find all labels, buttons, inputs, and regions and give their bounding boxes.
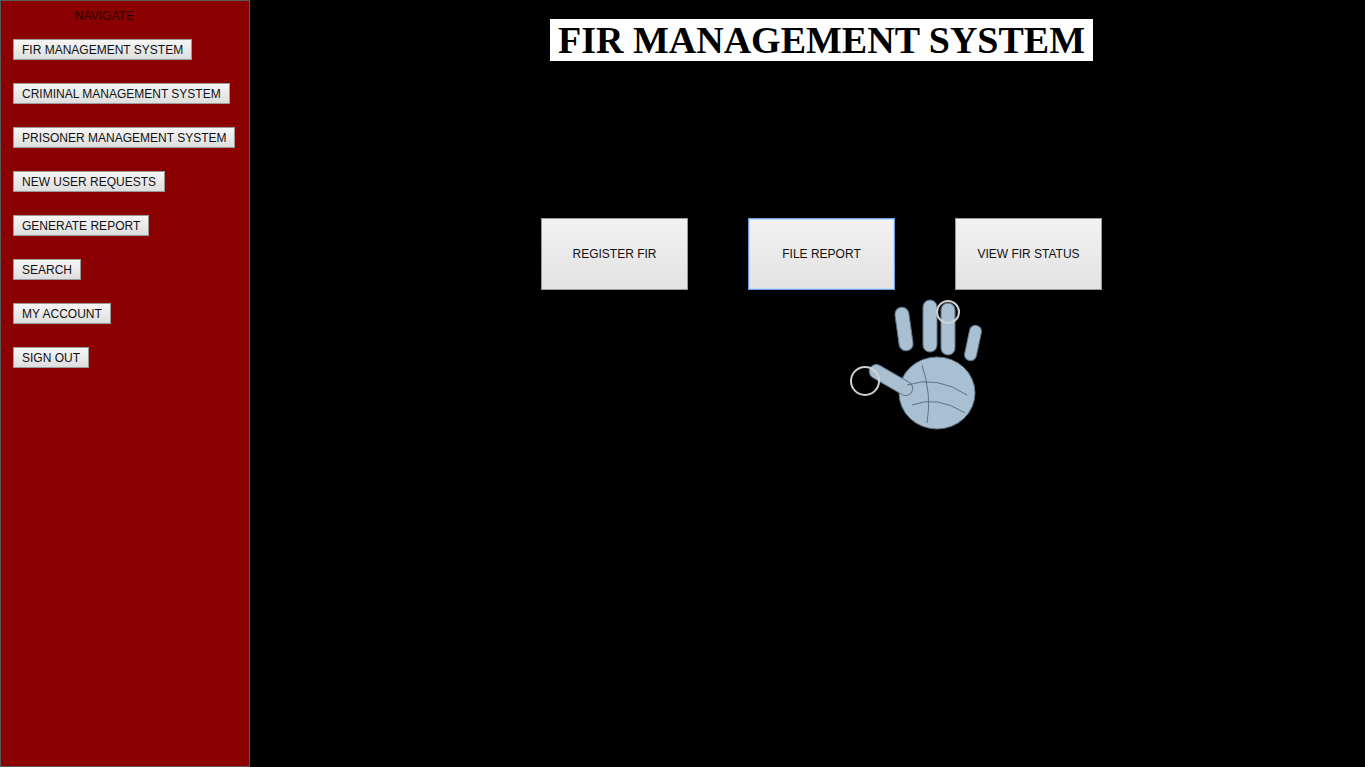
sidebar-item[interactable]: MY ACCOUNT [13,303,111,324]
sidebar-item[interactable]: SEARCH [13,259,81,280]
sidebar-heading: NAVIGATE [13,9,134,23]
main-panel: FIR MANAGEMENT SYSTEM REGISTER FIR FILE RE… [250,0,1365,767]
sidebar-list: FIR MANAGEMENT SYSTEM CRIMINAL MANAGEMENT… [13,39,235,368]
action-button[interactable]: REGISTER FIR [541,218,688,290]
sidebar: NAVIGATE FIR MANAGEMENT SYSTEM CRIMINAL MA… [0,0,250,767]
sidebar-item[interactable]: FIR MANAGEMENT SYSTEM [13,39,192,60]
action-row: REGISTER FIR FILE REPORT VIEW FIR STATUS [541,218,1102,290]
app-window: NAVIGATE FIR MANAGEMENT SYSTEM CRIMINAL MA… [0,0,1365,767]
sidebar-item[interactable]: GENERATE REPORT [13,215,149,236]
action-button[interactable]: VIEW FIR STATUS [955,218,1102,290]
sidebar-item[interactable]: CRIMINAL MANAGEMENT SYSTEM [13,83,230,104]
sidebar-item[interactable]: PRISONER MANAGEMENT SYSTEM [13,127,235,148]
sidebar-item[interactable]: SIGN OUT [13,347,89,368]
handprint-icon [527,295,1323,435]
action-button[interactable]: FILE REPORT [748,218,895,290]
sidebar-item[interactable]: NEW USER REQUESTS [13,171,165,192]
page-title: FIR MANAGEMENT SYSTEM [550,19,1093,61]
